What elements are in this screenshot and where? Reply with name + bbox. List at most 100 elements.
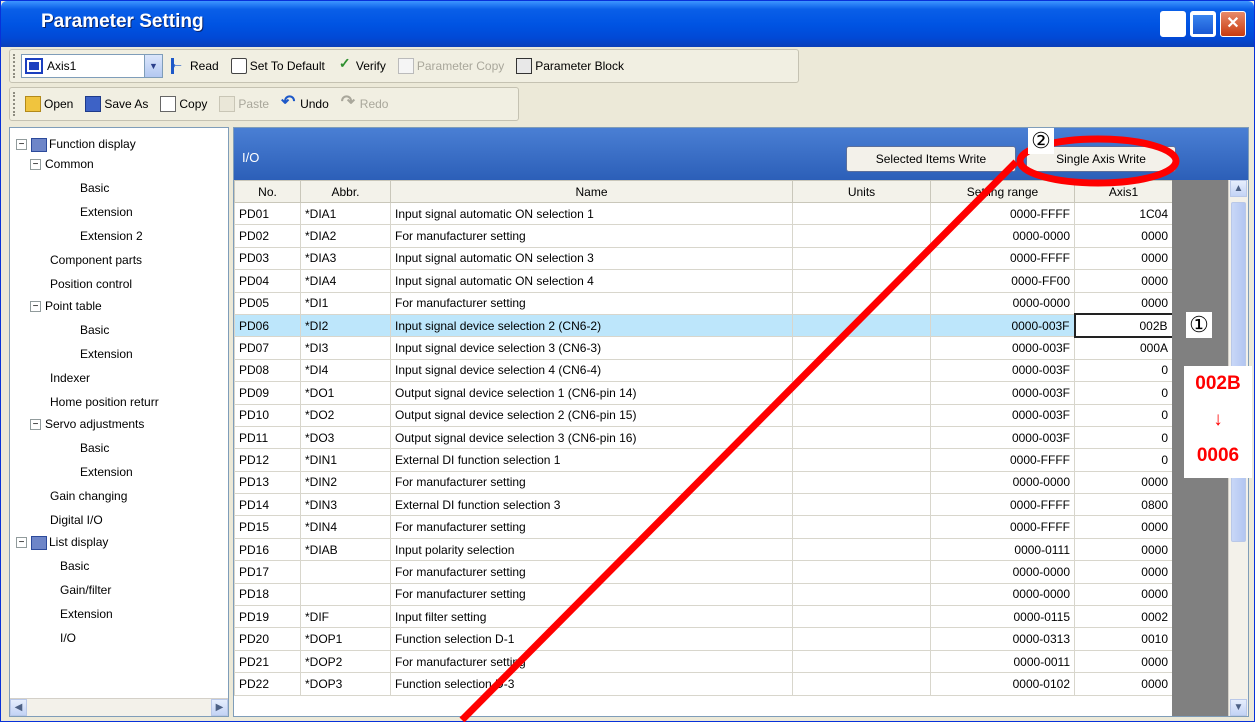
cell-axis1-value[interactable]: 0000: [1074, 582, 1173, 607]
table-row[interactable]: PD22 *DOP3 Function selection D-3 0000-0102…: [234, 672, 1173, 696]
parameter-block-button[interactable]: Parameter Block: [512, 53, 628, 79]
tree-node-home-position[interactable]: Home position returr: [50, 390, 159, 414]
paste-button[interactable]: Paste: [215, 91, 273, 117]
table-row[interactable]: PD19 *DIF Input filter setting 0000-0115 000…: [234, 605, 1173, 629]
collapse-icon[interactable]: −: [16, 537, 27, 549]
cell-axis1-value[interactable]: 0000: [1074, 672, 1173, 696]
cell-axis1-value[interactable]: 000A: [1074, 336, 1173, 360]
read-button[interactable]: Read: [167, 53, 223, 79]
tree-node-point-table[interactable]: − Point table: [30, 294, 102, 318]
cell-axis1-value[interactable]: 0000: [1074, 537, 1173, 562]
table-row[interactable]: PD17 For manufacturer setting 0000-0000 000…: [234, 560, 1173, 584]
cell-axis1-value[interactable]: 0010: [1074, 627, 1173, 651]
toolbar-grip[interactable]: [13, 92, 17, 116]
tree-node-list-io[interactable]: I/O: [60, 626, 76, 650]
cell-axis1-value[interactable]: 0000: [1074, 224, 1173, 248]
cell-axis1-value[interactable]: 002B: [1073, 313, 1174, 338]
cell-axis1-value[interactable]: 0000: [1074, 470, 1173, 495]
tree-node-list-basic[interactable]: Basic: [60, 554, 89, 578]
table-row[interactable]: PD16 *DIAB Input polarity selection 0000-01…: [234, 537, 1173, 562]
undo-button[interactable]: Undo: [277, 91, 333, 117]
tree-node-servo-basic[interactable]: Basic: [80, 436, 109, 460]
table-row[interactable]: PD20 *DOP1 Function selection D-1 0000-0313…: [234, 627, 1173, 651]
tree-node-list-display[interactable]: − List display: [16, 530, 108, 554]
table-row[interactable]: PD01 *DIA1 Input signal automatic ON selec…: [234, 201, 1173, 226]
column-header-abbr[interactable]: Abbr.: [300, 180, 391, 203]
cell-axis1-value[interactable]: 0000: [1074, 269, 1173, 293]
scroll-down-icon[interactable]: ▼: [1230, 699, 1247, 716]
cell-axis1-value[interactable]: 0800: [1074, 493, 1173, 517]
tree-node-point-table-basic[interactable]: Basic: [80, 318, 109, 342]
collapse-icon[interactable]: −: [16, 139, 27, 151]
maximize-button[interactable]: [1190, 11, 1216, 37]
column-header-setting-range[interactable]: Setting range: [930, 180, 1075, 203]
cell-axis1-value[interactable]: 0: [1074, 448, 1173, 472]
table-row[interactable]: PD02 *DIA2 For manufacturer setting 0000-00…: [234, 224, 1173, 248]
toolbar-grip[interactable]: [13, 54, 17, 78]
table-row[interactable]: PD15 *DIN4 For manufacturer setting 0000-FF…: [234, 515, 1173, 539]
tree-node-servo-extension[interactable]: Extension: [80, 460, 133, 484]
cell-axis1-value[interactable]: 0000: [1074, 246, 1173, 271]
table-row[interactable]: PD08 *DI4 Input signal device selection 4 …: [234, 358, 1173, 383]
table-row[interactable]: PD12 *DIN1 External DI function selection …: [234, 448, 1173, 472]
open-button[interactable]: Open: [21, 91, 77, 117]
collapse-icon[interactable]: −: [30, 419, 41, 431]
table-row[interactable]: PD10 *DO2 Output signal device selection 2…: [234, 403, 1173, 427]
cell-axis1-value[interactable]: 0002: [1074, 605, 1173, 629]
scroll-right-icon[interactable]: ▶: [211, 699, 228, 716]
table-row[interactable]: PD04 *DIA4 Input signal automatic ON selec…: [234, 269, 1173, 293]
column-header-axis1[interactable]: Axis1: [1074, 180, 1173, 203]
cell-axis1-value[interactable]: 0000: [1074, 560, 1173, 584]
cell-axis1-value[interactable]: 0000: [1074, 515, 1173, 539]
tree-node-common[interactable]: − Common: [30, 152, 94, 176]
table-row[interactable]: PD11 *DO3 Output signal device selection 3…: [234, 425, 1173, 450]
tree-node-position-control[interactable]: Position control: [50, 272, 132, 296]
tree-node-digital-io[interactable]: Digital I/O: [50, 508, 103, 532]
axis-select[interactable]: Axis1 ▼: [21, 54, 163, 78]
tree-node-indexer[interactable]: Indexer: [50, 366, 90, 390]
tree-node-list-extension[interactable]: Extension: [60, 602, 113, 626]
redo-button[interactable]: Redo: [337, 91, 393, 117]
chevron-down-icon[interactable]: ▼: [144, 55, 162, 77]
tree-node-servo-adjustments[interactable]: − Servo adjustments: [30, 412, 144, 436]
save-as-button[interactable]: Save As: [81, 91, 152, 117]
column-header-no[interactable]: No.: [234, 180, 301, 203]
table-row[interactable]: PD07 *DI3 Input signal device selection 3 …: [234, 336, 1173, 360]
tree-node-list-gain-filter[interactable]: Gain/filter: [60, 578, 111, 602]
table-row[interactable]: PD18 For manufacturer setting 0000-0000 000…: [234, 582, 1173, 607]
table-row[interactable]: PD03 *DIA3 Input signal automatic ON selec…: [234, 246, 1173, 271]
title-bar[interactable]: Parameter Setting ✕: [1, 1, 1254, 47]
cell-axis1-value[interactable]: 0: [1074, 403, 1173, 427]
tree-node-point-table-extension[interactable]: Extension: [80, 342, 133, 366]
collapse-icon[interactable]: −: [30, 301, 41, 313]
set-to-default-button[interactable]: Set To Default: [227, 53, 329, 79]
tree-node-gain-changing[interactable]: Gain changing: [50, 484, 127, 508]
tree-node-extension-2[interactable]: Extension 2: [80, 224, 143, 248]
selected-items-write-button[interactable]: Selected Items Write: [846, 146, 1016, 172]
tree-node-component-parts[interactable]: Component parts: [50, 248, 142, 272]
table-row[interactable]: PD13 *DIN2 For manufacturer setting 0000-00…: [234, 470, 1173, 495]
minimize-button[interactable]: [1160, 11, 1186, 37]
cell-axis1-value[interactable]: 0000: [1074, 649, 1173, 674]
cell-axis1-value[interactable]: 1C04: [1074, 201, 1173, 226]
verify-button[interactable]: Verify: [333, 53, 390, 79]
scroll-up-icon[interactable]: ▲: [1230, 180, 1247, 197]
tree-node-extension[interactable]: Extension: [80, 200, 133, 224]
cell-axis1-value[interactable]: 0: [1074, 425, 1173, 450]
cell-axis1-value[interactable]: 0000: [1074, 291, 1173, 315]
cell-axis1-value[interactable]: 0: [1074, 381, 1173, 405]
table-row[interactable]: PD05 *DI1 For manufacturer setting 0000-000…: [234, 291, 1173, 315]
copy-button[interactable]: Copy: [156, 91, 211, 117]
tree-horizontal-scrollbar[interactable]: ◀ ▶: [10, 698, 228, 716]
scroll-left-icon[interactable]: ◀: [10, 699, 27, 716]
table-row[interactable]: PD09 *DO1 Output signal device selection 1…: [234, 381, 1173, 405]
column-header-name[interactable]: Name: [390, 180, 793, 203]
cell-axis1-value[interactable]: 0: [1074, 358, 1173, 383]
table-row[interactable]: PD21 *DOP2 For manufacturer setting 0000-00…: [234, 649, 1173, 674]
close-button[interactable]: ✕: [1220, 11, 1246, 37]
collapse-icon[interactable]: −: [30, 159, 41, 171]
table-row[interactable]: PD14 *DIN3 External DI function selection …: [234, 493, 1173, 517]
table-row[interactable]: PD06 *DI2 Input signal device selection 2 …: [234, 313, 1174, 338]
parameter-copy-button[interactable]: Parameter Copy: [394, 53, 508, 79]
tree-node-basic[interactable]: Basic: [80, 176, 109, 200]
